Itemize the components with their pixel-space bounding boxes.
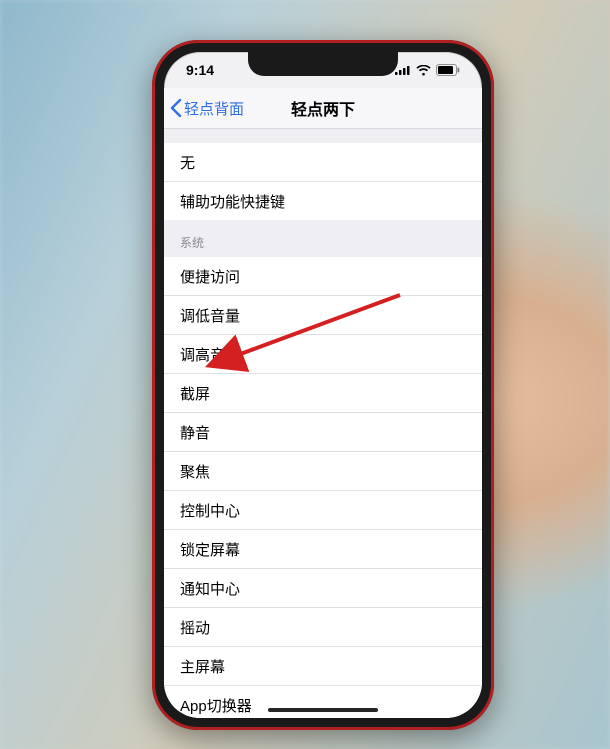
- option-group-system: 便捷访问 调低音量 调高音量 截屏 静音 聚焦 控制中心 锁定屏幕 通知中心 摇…: [164, 257, 482, 718]
- option-screenshot[interactable]: 截屏: [164, 374, 482, 413]
- option-app-switcher[interactable]: App切换器: [164, 686, 482, 718]
- option-group-1: 无 辅助功能快捷键: [164, 143, 482, 220]
- phone-frame: 9:14 轻点背面 轻点两下 无: [152, 40, 494, 730]
- back-button[interactable]: 轻点背面: [164, 98, 244, 119]
- status-right: [395, 64, 460, 76]
- nav-bar: 轻点背面 轻点两下: [164, 88, 482, 129]
- option-volume-up[interactable]: 调高音量: [164, 335, 482, 374]
- chevron-left-icon: [170, 99, 182, 117]
- option-none[interactable]: 无: [164, 143, 482, 182]
- option-notification-center[interactable]: 通知中心: [164, 569, 482, 608]
- option-reachability[interactable]: 便捷访问: [164, 257, 482, 296]
- row-label: 控制中心: [180, 500, 240, 521]
- wifi-icon: [416, 65, 431, 76]
- phone-screen: 9:14 轻点背面 轻点两下 无: [164, 52, 482, 718]
- notch: [248, 52, 398, 76]
- option-lock-screen[interactable]: 锁定屏幕: [164, 530, 482, 569]
- row-label: App切换器: [180, 695, 252, 716]
- row-label: 摇动: [180, 617, 210, 638]
- row-label: 通知中心: [180, 578, 240, 599]
- row-label: 无: [180, 152, 195, 173]
- row-label: 静音: [180, 422, 210, 443]
- option-shake[interactable]: 摇动: [164, 608, 482, 647]
- row-label: 便捷访问: [180, 266, 240, 287]
- status-time: 9:14: [186, 62, 214, 78]
- row-label: 主屏幕: [180, 656, 225, 677]
- row-label: 调高音量: [180, 344, 240, 365]
- group-header-system: 系统: [164, 220, 482, 257]
- row-label: 聚焦: [180, 461, 210, 482]
- option-home[interactable]: 主屏幕: [164, 647, 482, 686]
- battery-icon: [436, 64, 460, 76]
- option-volume-down[interactable]: 调低音量: [164, 296, 482, 335]
- home-indicator[interactable]: [268, 708, 378, 712]
- option-spotlight[interactable]: 聚焦: [164, 452, 482, 491]
- option-accessibility-shortcut[interactable]: 辅助功能快捷键: [164, 182, 482, 220]
- row-label: 锁定屏幕: [180, 539, 240, 560]
- row-label: 调低音量: [180, 305, 240, 326]
- settings-content: 无 辅助功能快捷键 系统 便捷访问 调低音量 调高音量 截屏 静音 聚焦 控制中…: [164, 129, 482, 718]
- row-label: 截屏: [180, 383, 210, 404]
- row-label: 辅助功能快捷键: [180, 191, 285, 212]
- option-mute[interactable]: 静音: [164, 413, 482, 452]
- option-control-center[interactable]: 控制中心: [164, 491, 482, 530]
- back-label: 轻点背面: [184, 98, 244, 119]
- cellular-signal-icon: [395, 65, 411, 75]
